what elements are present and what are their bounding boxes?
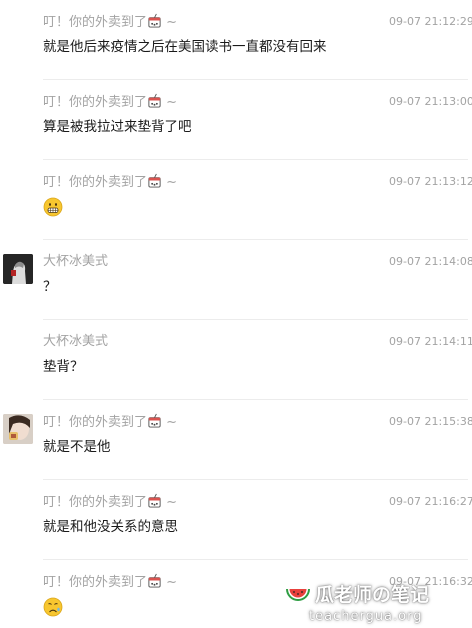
- watermark-url: teachergua.org: [309, 609, 423, 624]
- sender-line: 大杯冰美式: [43, 333, 108, 351]
- watermelon-icon: [286, 589, 310, 601]
- chat-history: 叮！你的外卖到了 ~ 09-07 21:12:29 就是他后来疫情之后在美国读书…: [0, 0, 472, 628]
- message-item[interactable]: 叮！你的外卖到了 ~ 09-07 21:12:29 就是他后来疫情之后在美国读书…: [0, 0, 472, 80]
- sender-name: 叮！你的外卖到了: [43, 495, 148, 510]
- avatar[interactable]: [3, 254, 33, 284]
- sender-name: 叮！你的外卖到了: [43, 175, 148, 190]
- bubble-tea-cup-icon: [148, 173, 161, 188]
- sender-name: 大杯冰美式: [43, 334, 109, 349]
- sender-line: 叮！你的外卖到了 ~: [43, 573, 177, 592]
- avatar[interactable]: [3, 414, 33, 444]
- sender-suffix: ~: [166, 95, 178, 110]
- sender-line: 叮！你的外卖到了 ~: [43, 173, 177, 192]
- sender-suffix: ~: [166, 415, 178, 430]
- message-timestamp: 09-07 21:16:27: [389, 495, 472, 508]
- bubble-tea-cup-icon: [148, 493, 161, 508]
- sender-line: 叮！你的外卖到了 ~: [43, 93, 177, 112]
- sender-line: 大杯冰美式: [43, 253, 108, 271]
- sender-name: 叮！你的外卖到了: [43, 15, 148, 30]
- message-text: 就是和他没关系的意思: [43, 519, 178, 535]
- message-text: 垫背？: [43, 359, 84, 375]
- message-text: ？: [43, 279, 57, 295]
- sender-suffix: ~: [166, 575, 178, 590]
- message-timestamp: 09-07 21:14:11: [389, 335, 472, 348]
- message-timestamp: 09-07 21:13:00: [389, 95, 472, 108]
- sender-suffix: ~: [166, 175, 178, 190]
- bubble-tea-cup-icon: [148, 573, 161, 588]
- bubble-tea-cup-icon: [148, 413, 161, 428]
- sender-line: 叮！你的外卖到了 ~: [43, 13, 177, 32]
- message-item[interactable]: 叮！你的外卖到了 ~ 09-07 21:13:00 算是被我拉过来垫背了吧: [0, 80, 472, 160]
- message-timestamp: 09-07 21:13:12: [389, 175, 472, 188]
- message-text: 就是不是他: [43, 439, 111, 455]
- message-text: 就是他后来疫情之后在美国读书一直都没有回来: [43, 39, 327, 55]
- message-text: 算是被我拉过来垫背了吧: [43, 119, 192, 135]
- sender-line: 叮！你的外卖到了 ~: [43, 413, 177, 432]
- message-item[interactable]: 叮！你的外卖到了 ~ 09-07 21:13:12: [0, 160, 472, 240]
- bubble-tea-cup-icon: [148, 93, 161, 108]
- sender-suffix: ~: [166, 495, 178, 510]
- sender-name: 叮！你的外卖到了: [43, 575, 148, 590]
- watermark-title: 瓜老师の笔记: [315, 584, 430, 606]
- avatar-image: [3, 414, 33, 444]
- message-timestamp: 09-07 21:12:29: [389, 15, 472, 28]
- avatar-image: [3, 254, 33, 284]
- sender-name: 叮！你的外卖到了: [43, 415, 148, 430]
- grimacing-face-emoji: [43, 197, 63, 217]
- sender-line: 叮！你的外卖到了 ~: [43, 493, 177, 512]
- watermark: 瓜老师の笔记 teachergua.org: [285, 583, 470, 628]
- sender-name: 大杯冰美式: [43, 254, 109, 269]
- message-item[interactable]: 叮！你的外卖到了 ~ 09-07 21:15:38 就是不是他: [0, 400, 472, 480]
- message-item[interactable]: 大杯冰美式 09-07 21:14:08 ？: [0, 240, 472, 320]
- bubble-tea-cup-icon: [148, 13, 161, 28]
- message-item[interactable]: 大杯冰美式 09-07 21:14:11 垫背？: [0, 320, 472, 400]
- sender-suffix: ~: [166, 15, 178, 30]
- sender-name: 叮！你的外卖到了: [43, 95, 148, 110]
- sad-face-emoji: [43, 597, 63, 617]
- message-item[interactable]: 叮！你的外卖到了 ~ 09-07 21:16:27 就是和他没关系的意思: [0, 480, 472, 560]
- message-timestamp: 09-07 21:15:38: [389, 415, 472, 428]
- message-timestamp: 09-07 21:14:08: [389, 255, 472, 268]
